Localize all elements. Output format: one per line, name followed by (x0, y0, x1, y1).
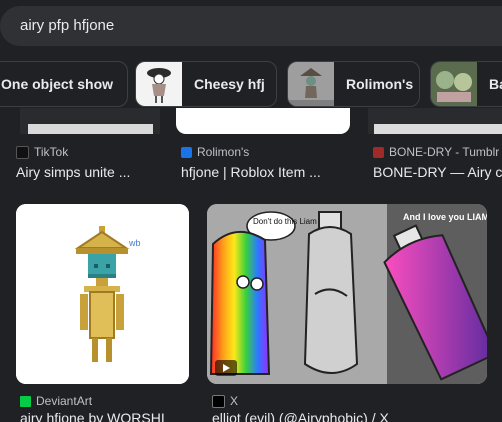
result-image-bonedry[interactable] (368, 108, 502, 134)
result-image-rolimons[interactable] (176, 108, 350, 134)
result-title[interactable]: BONE-DRY — Airy c (373, 164, 502, 180)
chip-ba[interactable]: Ba (430, 61, 502, 107)
bonedry-icon (373, 146, 384, 158)
result-source[interactable]: TikTok (16, 145, 68, 159)
chip-rolimons[interactable]: Rolimon's (287, 61, 420, 107)
chip-thumbnail (136, 62, 182, 106)
result-image-x[interactable]: Don't do this Liam And I love you LIAM! (207, 204, 487, 384)
chip-label: Ba (489, 76, 502, 92)
tiktok-icon (16, 145, 29, 159)
chip-label: One object show (1, 76, 114, 92)
pixel-art-character: wb (16, 204, 189, 384)
result-title[interactable]: hfjone | Roblox Item ... (181, 164, 351, 180)
image-signature: wb (128, 238, 141, 248)
result-source[interactable]: DeviantArt (20, 394, 92, 408)
x-icon (212, 394, 225, 408)
comic-speech-right: And I love you LIAM! (403, 212, 487, 222)
chip-cheesy-hfj[interactable]: Cheesy hfj (135, 61, 277, 107)
result-source[interactable]: X (212, 394, 238, 408)
chip-thumbnail (431, 62, 477, 106)
play-icon (223, 364, 230, 372)
image-search-results: airy pfp hfjone One object show Cheesy h… (0, 0, 502, 422)
result-title[interactable]: elliot (evil) (@Airyphobic) / X (212, 410, 497, 422)
comic-image: Don't do this Liam And I love you LIAM! (207, 204, 487, 384)
chip-one-object-show[interactable]: One object show (0, 61, 128, 107)
chip-thumbnail (288, 62, 334, 106)
search-query[interactable]: airy pfp hfjone (20, 17, 114, 34)
result-title[interactable]: Airy simps unite ... (16, 164, 166, 180)
svg-text:Don't do this Liam: Don't do this Liam (253, 217, 317, 226)
result-source[interactable]: BONE-DRY - Tumblr (373, 145, 499, 159)
chip-label: Cheesy hfj (194, 76, 265, 92)
result-title[interactable]: airy hfjone by WORSHI (20, 410, 190, 422)
search-bar[interactable]: airy pfp hfjone (0, 6, 502, 46)
comic-speech-left: Don't do this Liam (253, 217, 317, 226)
deviantart-icon (20, 395, 31, 407)
video-badge (215, 360, 237, 376)
result-image-tiktok[interactable] (20, 108, 160, 134)
result-image-deviantart[interactable]: wb (16, 204, 189, 384)
chip-label: Rolimon's (346, 76, 414, 92)
rolimons-icon (181, 146, 192, 158)
result-source[interactable]: Rolimon's (181, 145, 249, 159)
